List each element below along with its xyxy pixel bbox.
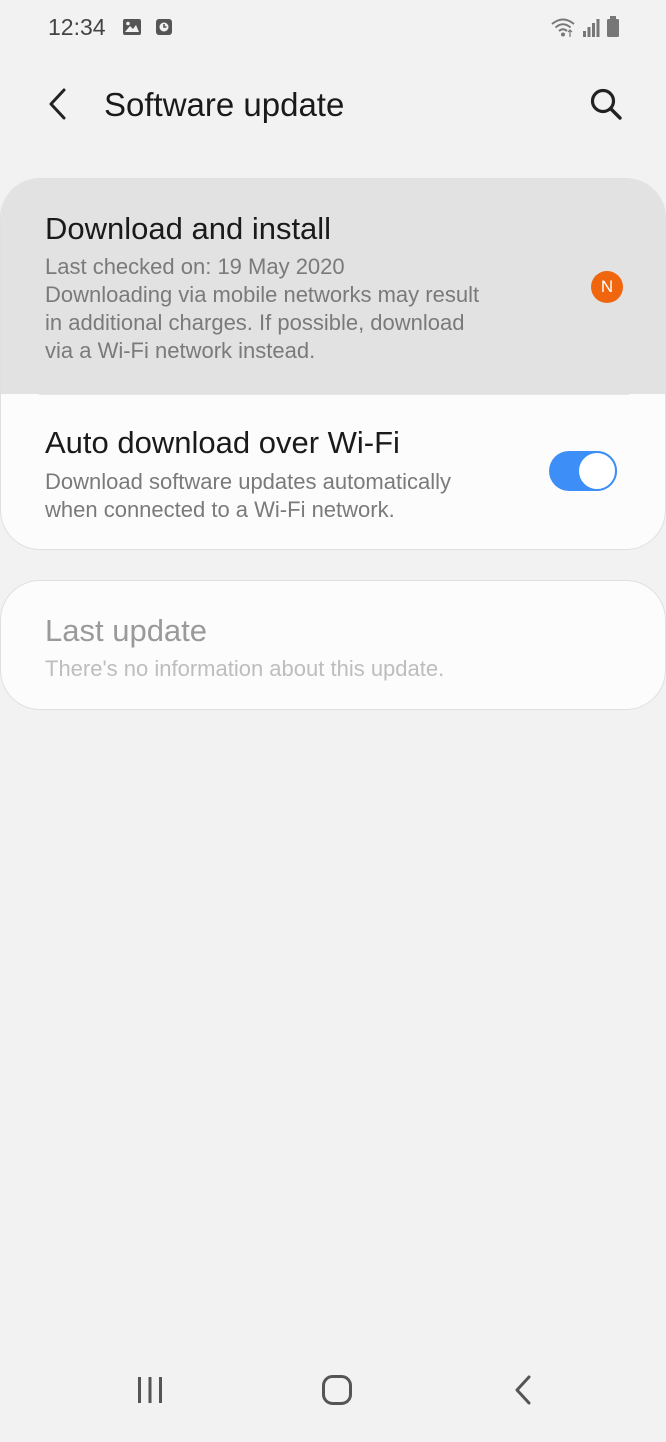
new-badge: N xyxy=(591,271,623,303)
home-icon xyxy=(321,1374,353,1411)
back-button[interactable] xyxy=(36,84,80,128)
status-time: 12:34 xyxy=(48,14,106,40)
recent-apps-icon xyxy=(135,1375,165,1410)
mobile-data-warning-line1: Downloading via mobile networks may resu… xyxy=(45,282,480,307)
mobile-data-warning-line2: in additional charges. If possible, down… xyxy=(45,310,465,335)
status-right-icons xyxy=(550,16,620,43)
signal-icon xyxy=(582,18,600,43)
auto-download-toggle[interactable] xyxy=(549,451,617,491)
update-settings-card: Download and install Last checked on: 19… xyxy=(0,178,666,550)
back-nav-button[interactable] xyxy=(493,1370,553,1414)
status-left-icons xyxy=(122,17,174,42)
search-icon xyxy=(589,87,623,126)
last-update-card: Last update There's no information about… xyxy=(0,580,666,710)
auto-download-wifi-row[interactable]: Auto download over Wi-Fi Download softwa… xyxy=(1,395,665,549)
auto-download-title: Auto download over Wi-Fi xyxy=(45,425,400,460)
auto-download-desc-line2: when connected to a Wi-Fi network. xyxy=(45,497,395,522)
page-title: Software update xyxy=(104,86,345,123)
screen-recorder-icon xyxy=(154,17,174,42)
download-and-install-row[interactable]: Download and install Last checked on: 19… xyxy=(1,179,665,394)
navigation-bar xyxy=(0,1352,666,1442)
search-button[interactable] xyxy=(582,82,630,130)
recent-apps-button[interactable] xyxy=(120,1370,180,1414)
last-checked-text: Last checked on: 19 May 2020 xyxy=(45,254,345,279)
toggle-knob xyxy=(577,451,617,491)
status-bar: 12:34 xyxy=(0,0,666,56)
back-arrow-icon xyxy=(46,87,70,126)
app-bar: Software update xyxy=(0,70,666,142)
last-update-desc: There's no information about this update… xyxy=(45,656,445,681)
home-button[interactable] xyxy=(307,1370,367,1414)
auto-download-desc-line1: Download software updates automatically xyxy=(45,469,452,494)
gallery-icon xyxy=(122,17,142,42)
back-nav-icon xyxy=(512,1374,534,1411)
mobile-data-warning-line3: via a Wi-Fi network instead. xyxy=(45,338,316,363)
download-and-install-title: Download and install xyxy=(45,211,332,246)
battery-icon xyxy=(606,16,620,43)
wifi-icon xyxy=(550,16,576,43)
last-update-title: Last update xyxy=(45,613,208,648)
